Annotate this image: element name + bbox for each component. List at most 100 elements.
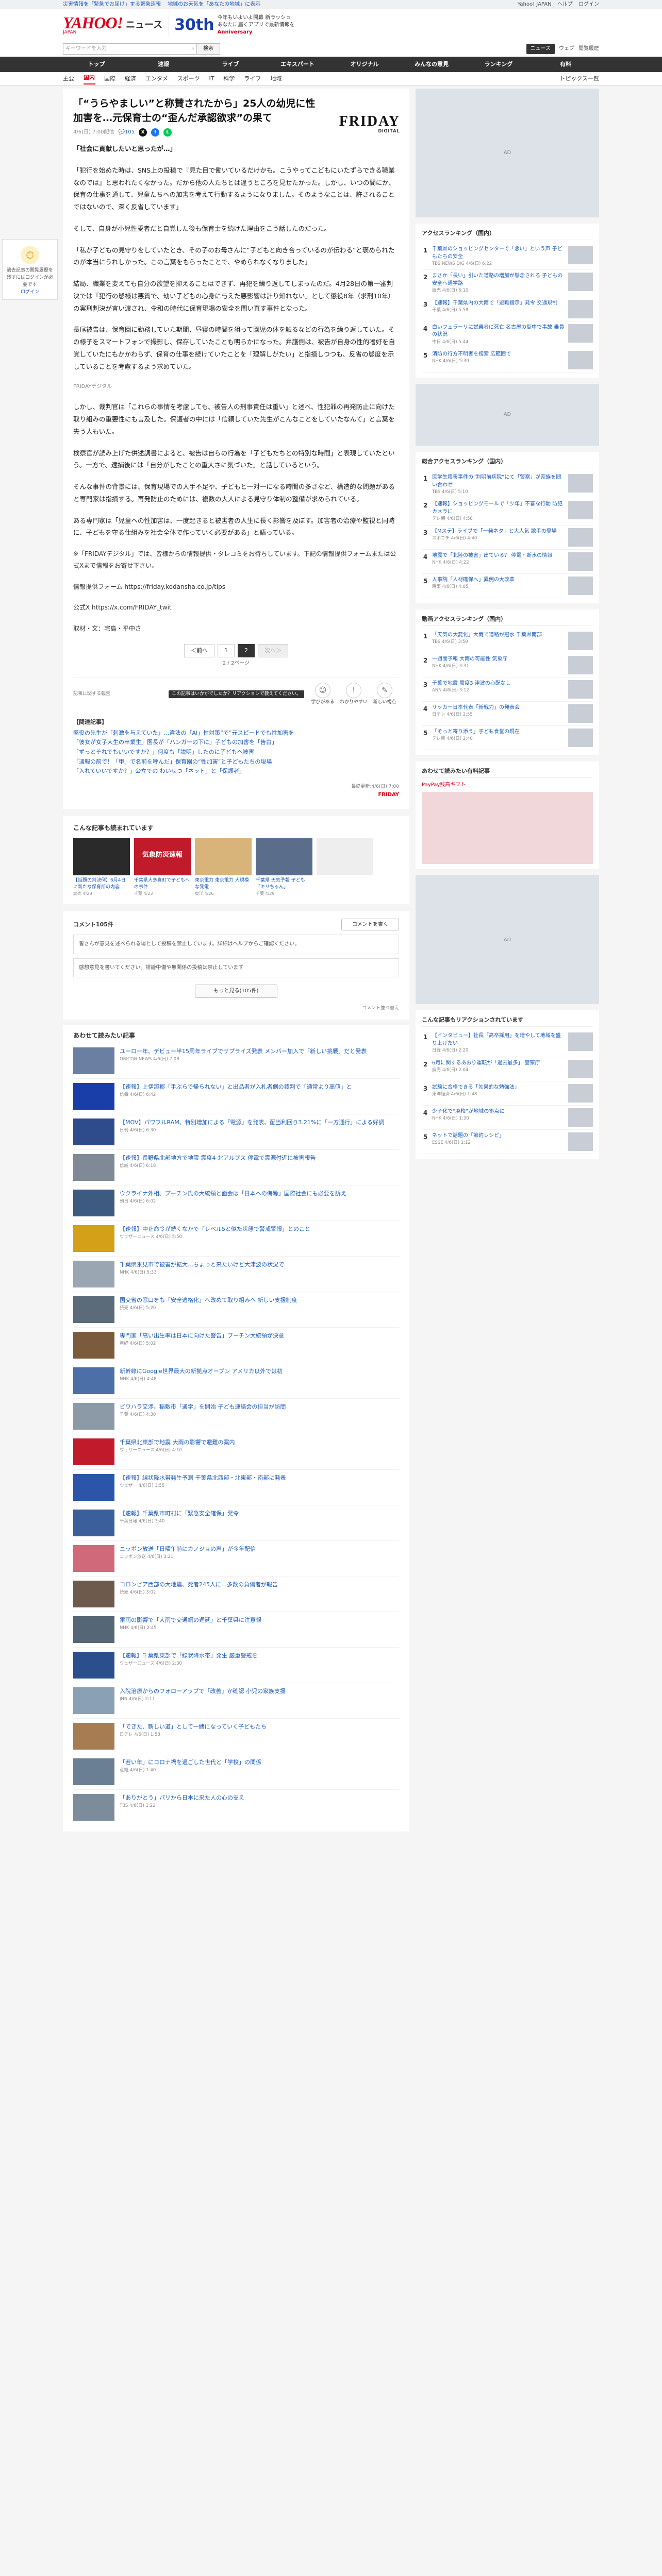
- subnav-item[interactable]: 国内: [84, 73, 95, 85]
- feed-item[interactable]: 【速報】千葉県市町村に「緊急安全確保」発令 千葉日報 4/6(日) 3:40: [73, 1505, 399, 1541]
- news-wordmark[interactable]: ニュース: [126, 18, 162, 32]
- feed-item[interactable]: ニッポン放送「日曜午前にカノジョの声」が今年配信 ニッポン放送 4/6(日) 3:…: [73, 1541, 399, 1577]
- related-link[interactable]: 懲役の先生が「刺激を与えていた」…違法の「AI」性対策“で”元スピードでも性加害…: [73, 728, 399, 738]
- ranking-item[interactable]: 5 消防の行方不明者を捜索 広範囲で NHK 4/6(日) 5:30: [422, 348, 593, 372]
- topbar-login-link[interactable]: ログイン: [578, 2, 599, 7]
- feed-item[interactable]: 【速報】上伊那郡「手ぶらで帰られない」と出品者が入札者側の裁判で「通常より高値」…: [73, 1079, 399, 1115]
- catnav-item[interactable]: ライブ: [197, 57, 264, 72]
- feed-item[interactable]: 千葉県氷見市で被害が拡大…ちょっと来たいけど大津波の状況で NHK 4/6(日) …: [73, 1257, 399, 1293]
- feed-item[interactable]: ユーロ一年、デビュー半15周年ライブでサプライズ発表 メンバー加入で「新しい挑戦…: [73, 1043, 399, 1079]
- paypay-label[interactable]: PayPay残高ギフト: [422, 781, 593, 789]
- feed-item[interactable]: 「若い年」にコロナ禍を過ごした世代と「学校」の関係 産経 4/6(日) 1:40: [73, 1754, 399, 1790]
- recommend-card[interactable]: [317, 838, 373, 897]
- facebook-share-icon[interactable]: f: [151, 128, 160, 137]
- subnav-item[interactable]: 国際: [104, 74, 115, 83]
- ranking-item[interactable]: 4 サッカー日本代表「新戦力」の発表会 日テレ 4/6(日) 2:55: [422, 702, 593, 726]
- feed-item[interactable]: 千葉県北東部で地震 大雨の影響で避難の案内 ウェザーニュース 4/6(日) 4:1…: [73, 1434, 399, 1470]
- related-link[interactable]: 「通報の前で！「甲」で名前を呼んだ」保育園の“性加害”と子どもたちの現場: [73, 757, 399, 767]
- topbar-link-emergency[interactable]: 災害情報を「緊急でお届け」する緊急速報: [63, 2, 161, 7]
- feed-item[interactable]: 【MOV】パワフルRAM、特別増加による「電源」を発表、配当利回り3.21%に「…: [73, 1114, 399, 1150]
- feed-item[interactable]: ウクライナ外相、プーチン氏の大統領と面会は「日本への侮辱」国際社会にも必要を訴え…: [73, 1185, 399, 1222]
- line-share-icon[interactable]: L: [163, 128, 172, 137]
- ranking-item[interactable]: 3 【速報】千葉県内の大雨で「避難指示」発令 交通規制 千葉 4/6(日) 5:58: [422, 297, 593, 321]
- publisher-logo[interactable]: FRIDAY DIGITAL: [339, 114, 400, 133]
- search-button[interactable]: 検索: [197, 43, 220, 55]
- x-share-icon[interactable]: X: [139, 128, 147, 137]
- write-comment-button[interactable]: コメントを書く: [341, 918, 399, 931]
- reaction-button[interactable]: ☺ 学びがある: [308, 682, 337, 706]
- subnav-item[interactable]: IT: [209, 74, 214, 83]
- feed-item[interactable]: 【速報】線状降水帯発生予測 千葉県北西部・北東部・南部に発表 ウェザー 4/6(日…: [73, 1470, 399, 1506]
- catnav-item[interactable]: トップ: [63, 57, 130, 72]
- subnav-item[interactable]: 経済: [125, 74, 136, 83]
- feed-item[interactable]: 「ありがとう」パリから日本に来た人の心の支え TBS 4/6(日) 1:22: [73, 1790, 399, 1826]
- feed-item[interactable]: 入院治療からのフォローアップで「改善」か確認 小児の家族支援 JNN 4/6(日)…: [73, 1683, 399, 1719]
- search-input[interactable]: キーワードを入力 ⌕: [63, 43, 197, 55]
- recommend-card[interactable]: 東京電力 東京電力 大規模な発電 東洋 4/26: [195, 838, 252, 897]
- ranking-item[interactable]: 5 ネットで話題の「節約レシピ」 ESSE 4/6(日) 1:12: [422, 1130, 593, 1154]
- catnav-item[interactable]: ランキング: [465, 57, 532, 72]
- comment-count-link[interactable]: 💬105: [119, 128, 135, 137]
- sidebar-ad-3[interactable]: AD: [416, 875, 599, 1005]
- subnav-item[interactable]: 地域: [270, 74, 282, 83]
- catnav-item[interactable]: エキスパート: [264, 57, 331, 72]
- feed-item[interactable]: 雷雨の影響で「大雨で交通網の遅延」と千葉県に注意報 NHK 4/6(日) 2:45: [73, 1612, 399, 1648]
- feed-item[interactable]: 国交省の窓口をも「安全適格化」へ改めて取り組みへ 新しい支援制度 読売 4/6(日…: [73, 1292, 399, 1328]
- feed-item[interactable]: 【速報】長野県北部地方で地震 震度4 北アルプス 停電で震源付近に被害報告 信越 …: [73, 1150, 399, 1186]
- ranking-item[interactable]: 1 千葉県のショッピングセンターで「悪い」という声 子どもたちの安全 TBS NEW…: [422, 243, 593, 270]
- credit-brand[interactable]: FRIDAY: [73, 791, 399, 799]
- subnav-item[interactable]: スポーツ: [177, 74, 200, 83]
- topbar-link-weather[interactable]: 地域のお天気を「あなたの地域」に表示: [168, 2, 260, 7]
- related-link[interactable]: 「ずっとそれでもいいですか？」何度も「説明」したのに子どもへ被害: [73, 748, 399, 757]
- reaction-button[interactable]: ! わかりやすい: [339, 682, 368, 706]
- pager-page-2[interactable]: 2: [238, 644, 255, 658]
- catnav-item[interactable]: みんなの意見: [398, 57, 465, 72]
- reaction-button[interactable]: ✎ 新しい視点: [370, 682, 399, 706]
- ranking-item[interactable]: 2 【速報】ショッピングモールで「少年」不審な行動 防犯カメラに テレ朝 4/6(日…: [422, 498, 593, 526]
- subnav-item[interactable]: 主要: [63, 74, 74, 83]
- ranking-item[interactable]: 2 一週間予報 大雨の可能性 気象庁 NHK 4/6(日) 3:31: [422, 653, 593, 677]
- topics-list-link[interactable]: トピックス一覧: [559, 74, 599, 83]
- ranking-item[interactable]: 4 白いフェラーリに試乗者に死亡 名古屋の街中で事故 乗員の状況 中日 4/6(日)…: [422, 321, 593, 348]
- recommend-card[interactable]: 【話題の判決例】6月4日に新たな保育所の内容 読売 4/28: [73, 838, 130, 897]
- search-scope-web[interactable]: ウェブ: [559, 45, 574, 53]
- ranking-item[interactable]: 1 「天気の大変化」大雨で道路が冠水 千葉県南部 TBS 4/6(日) 3:50: [422, 629, 593, 653]
- ranking-item[interactable]: 4 少子化で“廃校”が地域の拠点に NHK 4/6(日) 1:30: [422, 1106, 593, 1130]
- feed-item[interactable]: 【速報】千葉県東部で「線状降水帯」発生 厳重警戒を ウェザーニュース 4/6(日)…: [73, 1648, 399, 1684]
- comment-sort[interactable]: コメント並べ替え: [73, 1005, 399, 1012]
- ranking-item[interactable]: 1 医学生殺害事件の“判明前病院”にて「警察」が家族を問い合わせ TBS 4/6(日…: [422, 471, 593, 499]
- paypay-banner[interactable]: [422, 792, 593, 865]
- pager-page-1[interactable]: 1: [218, 644, 235, 658]
- ranking-item[interactable]: 5 人事院「人材確保へ」異例の大改革 時事 4/6(日) 4:05: [422, 574, 593, 598]
- catnav-item[interactable]: オリジナル: [331, 57, 398, 72]
- ranking-item[interactable]: 1 【インタビュー】社長「高卒採用」を増やして地域を盛り上げたい 日経 4/6(日)…: [422, 1030, 593, 1057]
- ranking-item[interactable]: 2 まさか「長い」引いた道路の増加が懸念される 子どもの安全へ通学路 読売 4/6(…: [422, 270, 593, 297]
- ranking-item[interactable]: 4 地震で「北陸の被害」出ている？ 停電・断水の情報 NHK 4/6(日) 4:22: [422, 550, 593, 574]
- subnav-item[interactable]: エンタメ: [145, 74, 168, 83]
- comment-input[interactable]: 感想意見を書いてください。誹謗中傷や無関係の投稿は禁止しています: [73, 958, 399, 978]
- recommend-card[interactable]: 気象防災速報 千葉県大多喜町で子どもへの事件 千葉 4/23: [134, 838, 191, 897]
- history-link[interactable]: 閲覧履歴: [578, 45, 599, 53]
- ranking-item[interactable]: 5 「そっと寄り添う」子ども食堂の現在 テレ東 4/6(日) 2:40: [422, 726, 593, 750]
- anniversary-banner[interactable]: 30th 今年もいよいよ開幕 新ラッシュ あなたに届くアプリで最新情報を Ann…: [169, 14, 295, 36]
- login-prompt-link[interactable]: ログイン: [21, 290, 39, 295]
- feed-item[interactable]: コロンビア西部の大地震、死者245人に…多数の負傷者が報告 読売 4/6(日) 3…: [73, 1577, 399, 1613]
- subnav-item[interactable]: ライフ: [244, 74, 261, 83]
- catnav-item[interactable]: 有料: [532, 57, 599, 72]
- topbar-yahoo-link[interactable]: Yahoo! JAPAN: [518, 2, 552, 7]
- feed-item[interactable]: 「できた、新しい道」として一緒になっていく子どもたち 日テレ 4/6(日) 1:5…: [73, 1719, 399, 1755]
- feed-item[interactable]: ビワハラ交渉、稲敷市「通学」を開始 子ども連絡会の担当が訪問 千葉 4/6(日) …: [73, 1399, 399, 1435]
- catnav-item[interactable]: 速報: [130, 57, 197, 72]
- related-link[interactable]: 「彼女が女子大生の卒業生」園長が「ハンガーの下に」子どもの加害を「告白」: [73, 738, 399, 748]
- feed-item[interactable]: 【速報】中止命令が続くなかで「レベル5と似た状態で警戒警報」とのこと ウェザーニュ…: [73, 1221, 399, 1257]
- search-scope-news[interactable]: ニュース: [526, 44, 555, 54]
- subnav-item[interactable]: 科学: [223, 74, 235, 83]
- sidebar-ad[interactable]: AD: [416, 89, 599, 217]
- related-link[interactable]: 「入れていいですか？」公立での わいせつ「ネット」と「保護者」: [73, 767, 399, 776]
- recommend-card[interactable]: 千葉県 天気予報 子ども「キリちゃん」 千葉 4/29: [256, 838, 312, 897]
- yahoo-logo[interactable]: YAHOO! JAPAN: [63, 14, 123, 37]
- report-link[interactable]: 記事に関する報告: [73, 691, 110, 698]
- feed-item[interactable]: 専門家「高い出生率は日本に向けた警告」プーチン大統領が決意 産経 4/6(日) 5…: [73, 1328, 399, 1364]
- ranking-item[interactable]: 3 試験に合格できる「効果的な勉強法」 東洋経済 4/6(日) 1:48: [422, 1081, 593, 1106]
- topbar-help-link[interactable]: ヘルプ: [557, 2, 573, 7]
